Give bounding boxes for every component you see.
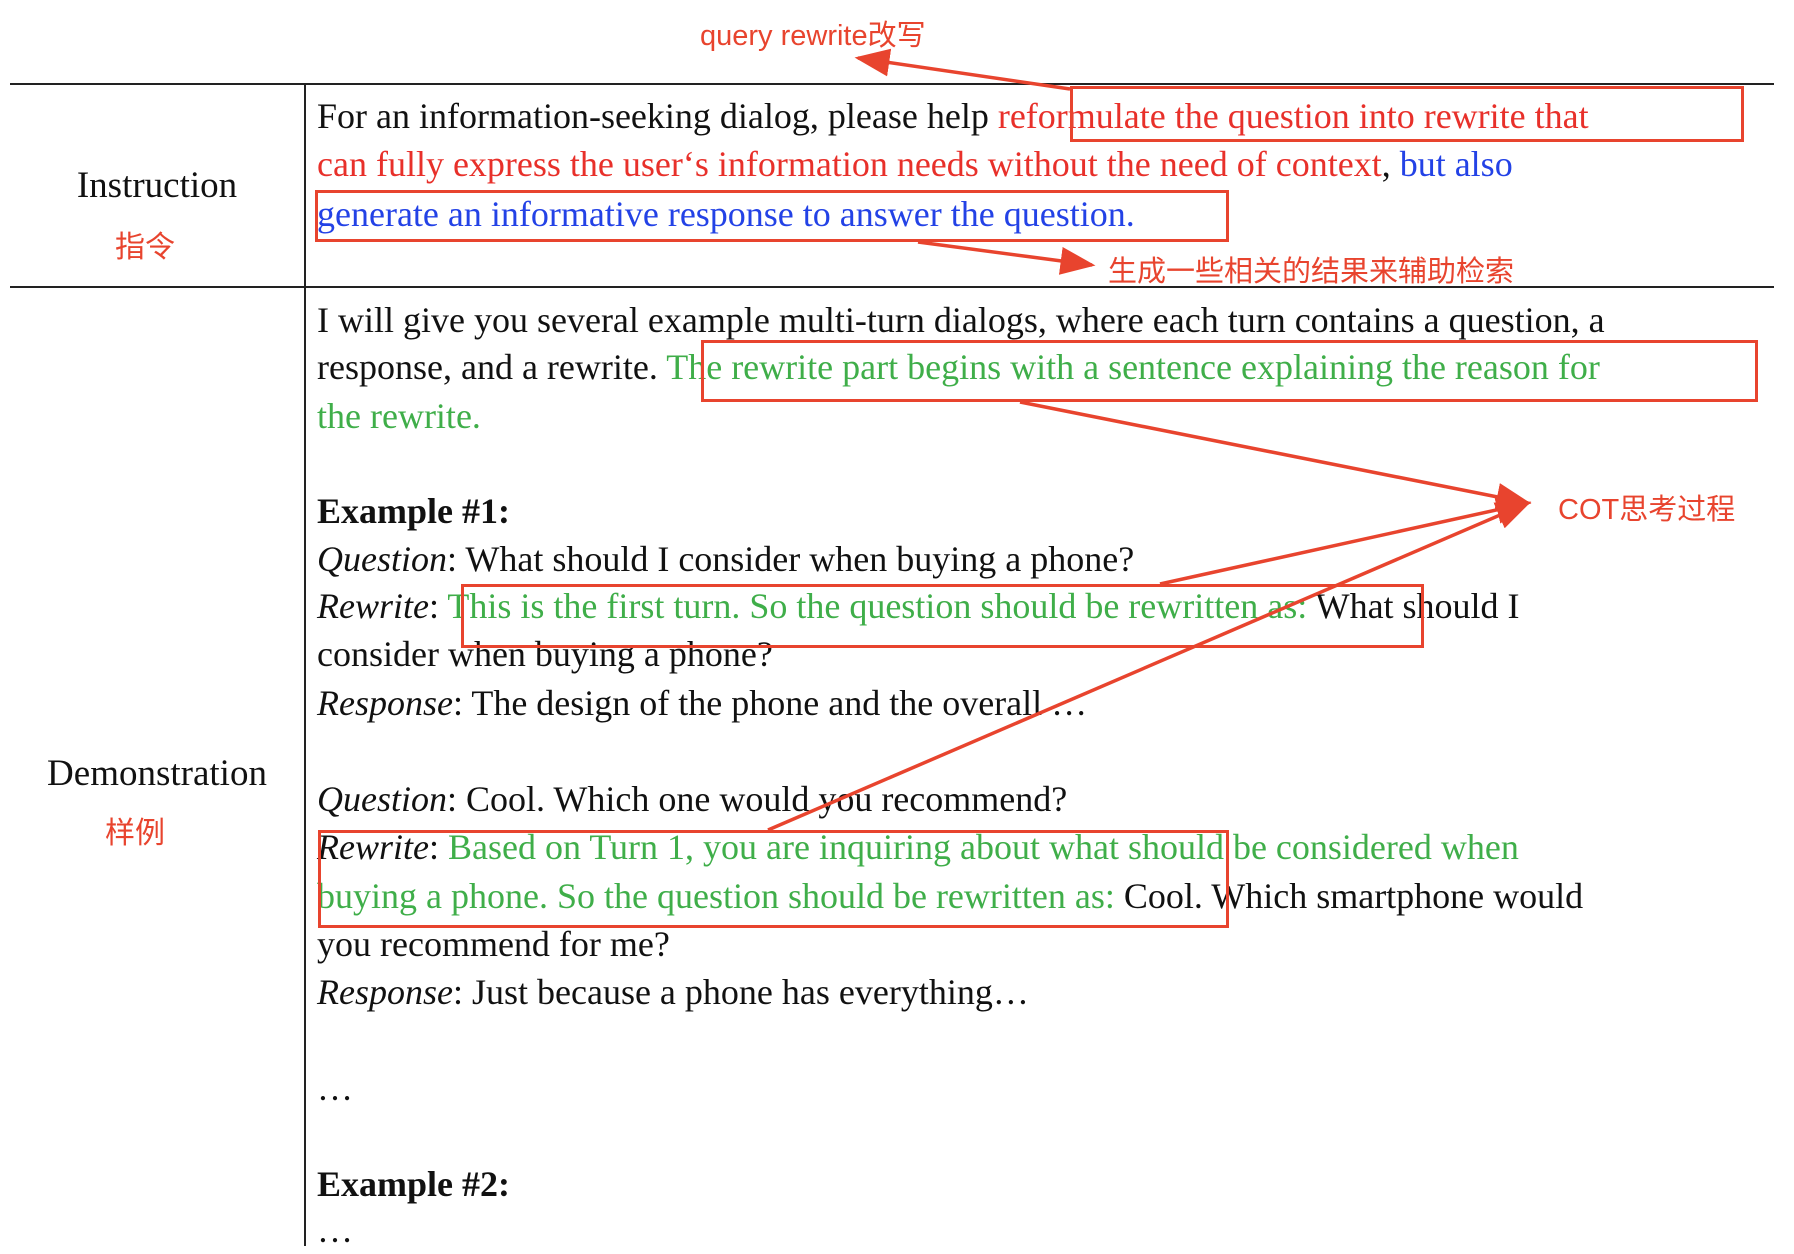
cot-arrow-3 xyxy=(767,501,1532,832)
cot-arrow-1 xyxy=(1019,400,1532,511)
cot-arrow-2 xyxy=(1159,496,1532,586)
rewrite-arrow xyxy=(854,48,1071,91)
generate-arrow xyxy=(917,240,1096,275)
annotation-arrows xyxy=(767,48,1532,832)
